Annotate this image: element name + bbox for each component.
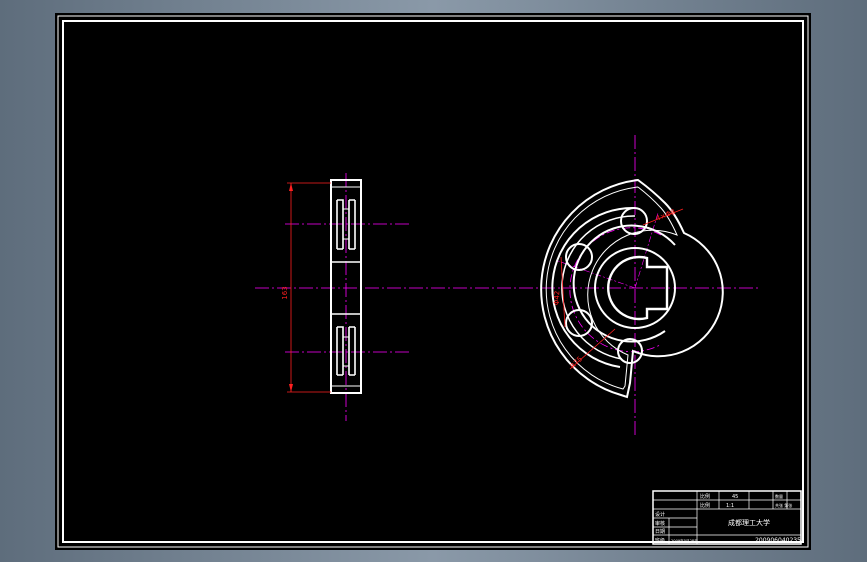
tb-row-review: 审核	[655, 520, 665, 527]
title-block: 比例 45 数量 比例 1:1 共张 第张 设计 审核 日期 班级 2009年5…	[652, 490, 802, 545]
pcd-dimension-label: Φ42	[553, 291, 561, 306]
bolt-hole-1	[620, 207, 648, 235]
tb-drawing-number: 200906040235	[755, 537, 801, 544]
pitch-circle	[569, 227, 662, 353]
front-view: 4×Φ8 Φ42 R75	[540, 135, 724, 435]
tb-header-scale: 比例	[700, 493, 710, 500]
tb-material: 45	[732, 494, 738, 500]
tb-row-date: 日期	[655, 529, 665, 535]
tb-scale-label: 比例	[700, 502, 710, 509]
tb-header-quantity: 数量	[775, 493, 783, 499]
hole-dimension-label: 4×Φ8	[655, 208, 677, 223]
drawing-canvas: 163 4×Φ8 Φ42 R75 比例 45 数量 比例 1:1 共张 第张 设…	[55, 13, 811, 550]
tb-row-design: 设计	[655, 511, 665, 518]
tb-sheet-label: 共张 第张	[775, 502, 792, 508]
height-arrow-bottom	[289, 384, 293, 392]
outer-border	[57, 15, 809, 548]
inner-border	[62, 20, 804, 543]
tb-row-class: 班级	[655, 537, 665, 544]
tb-scale-value: 1:1	[726, 503, 734, 509]
height-arrow-top	[289, 183, 293, 191]
height-dimension-label: 163	[281, 286, 289, 299]
tb-school: 成都理工大学	[728, 518, 770, 527]
tb-date-value: 2009年5月28日	[671, 538, 698, 543]
cad-drawing: 163 4×Φ8 Φ42 R75 比例 45 数量 比例 1:1 共张 第张 设…	[57, 15, 809, 548]
side-view: 163	[255, 173, 760, 421]
groove-arc-outer	[551, 206, 636, 368]
